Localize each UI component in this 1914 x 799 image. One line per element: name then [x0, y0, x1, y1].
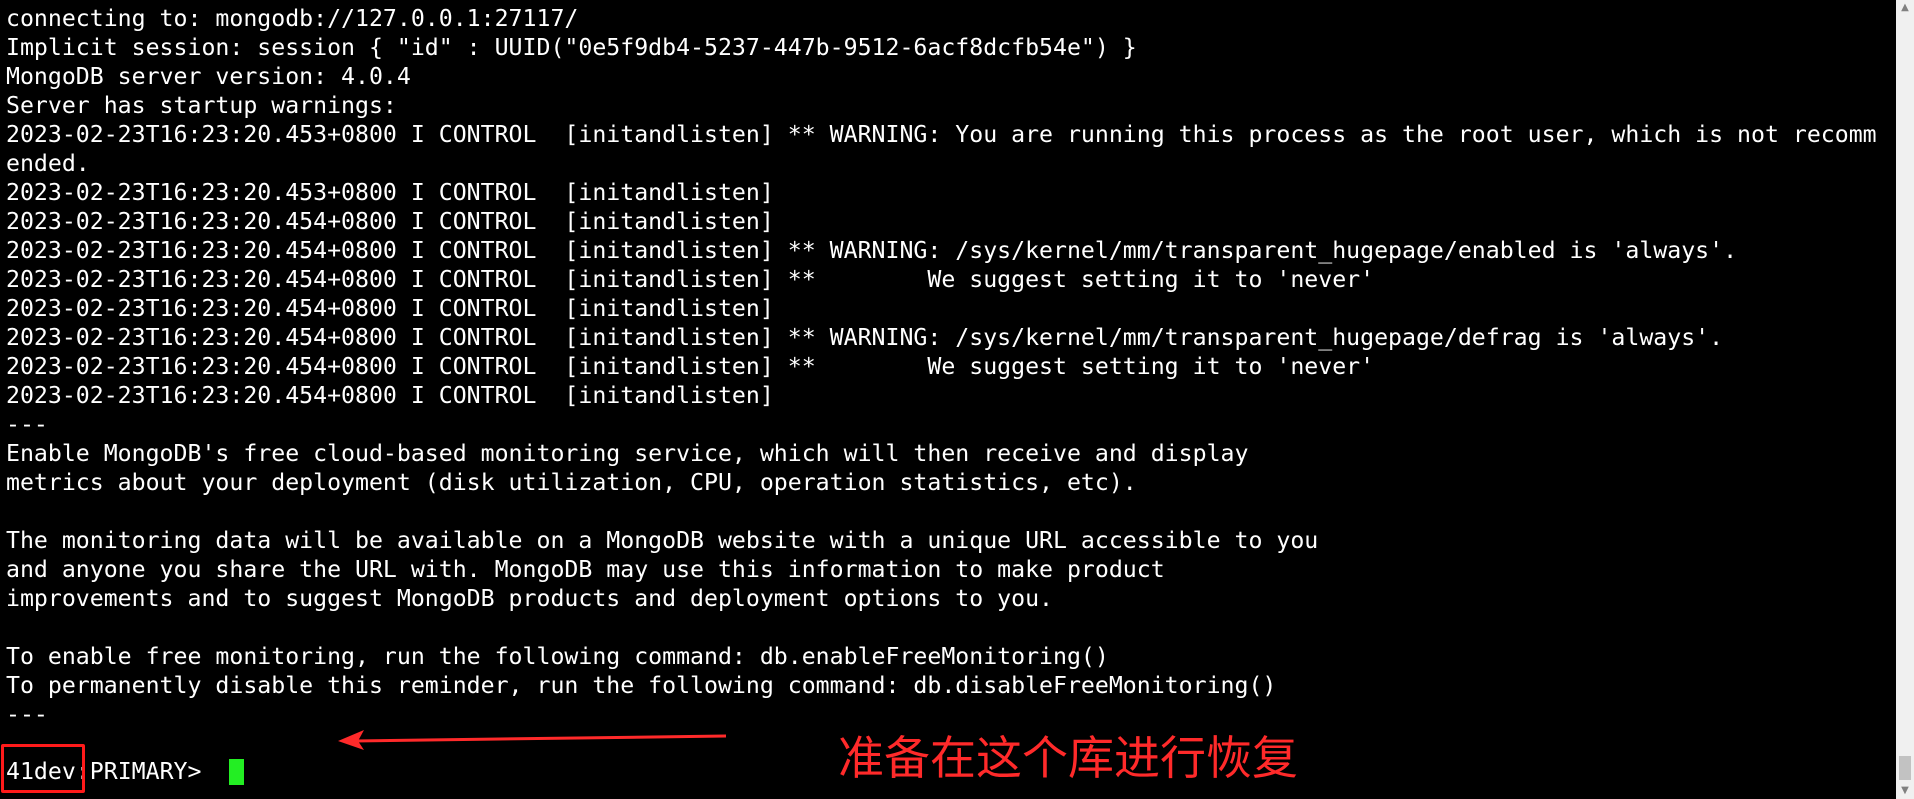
terminal-line: MongoDB server version: 4.0.4: [6, 63, 411, 90]
terminal-line: 2023-02-23T16:23:20.454+0800 I CONTROL […: [6, 266, 1375, 293]
terminal-line: metrics about your deployment (disk util…: [6, 469, 1137, 496]
terminal-line: 2023-02-23T16:23:20.454+0800 I CONTROL […: [6, 353, 1375, 380]
terminal-line: 2023-02-23T16:23:20.454+0800 I CONTROL […: [6, 295, 774, 322]
scroll-down-arrow-icon[interactable]: ▼: [1896, 783, 1914, 799]
terminal-line: The monitoring data will be available on…: [6, 527, 1319, 554]
terminal-window[interactable]: connecting to: mongodb://127.0.0.1:27117…: [0, 0, 1896, 799]
terminal-output: connecting to: mongodb://127.0.0.1:27117…: [6, 4, 1877, 729]
terminal-line: connecting to: mongodb://127.0.0.1:27117…: [6, 5, 579, 32]
prompt-node-state: PRIMARY: [89, 758, 188, 785]
scroll-up-arrow-icon[interactable]: ▲: [1896, 0, 1914, 16]
terminal-line: Server has startup warnings:: [6, 92, 397, 119]
terminal-line: 2023-02-23T16:23:20.454+0800 I CONTROL […: [6, 208, 774, 235]
annotation-text: 准备在这个库进行恢复: [838, 731, 1298, 785]
terminal-line: To enable free monitoring, run the follo…: [6, 643, 1109, 670]
replset-highlight-box: [1, 744, 85, 793]
terminal-line: ended.: [6, 150, 90, 177]
terminal-line: 2023-02-23T16:23:20.454+0800 I CONTROL […: [6, 382, 774, 409]
terminal-line: 2023-02-23T16:23:20.454+0800 I CONTROL […: [6, 237, 1738, 264]
terminal-line: 2023-02-23T16:23:20.454+0800 I CONTROL […: [6, 324, 1724, 351]
terminal-line: ---: [6, 701, 48, 728]
terminal-line: Enable MongoDB's free cloud-based monito…: [6, 440, 1249, 467]
annotation-arrow-icon: [338, 730, 727, 750]
terminal-line: 2023-02-23T16:23:20.453+0800 I CONTROL […: [6, 179, 774, 206]
prompt-symbol: >: [187, 758, 216, 785]
terminal-line: ---: [6, 411, 48, 438]
terminal-line: Implicit session: session { "id" : UUID(…: [6, 34, 1137, 61]
terminal-line: 2023-02-23T16:23:20.453+0800 I CONTROL […: [6, 121, 1877, 148]
terminal-line: improvements and to suggest MongoDB prod…: [6, 585, 1054, 612]
text-cursor: [229, 758, 245, 785]
vertical-scrollbar[interactable]: ▲ ▼: [1896, 0, 1914, 799]
terminal-line: To permanently disable this reminder, ru…: [6, 672, 1277, 699]
scrollbar-thumb[interactable]: [1899, 756, 1911, 780]
terminal-line: and anyone you share the URL with. Mongo…: [6, 556, 1165, 583]
